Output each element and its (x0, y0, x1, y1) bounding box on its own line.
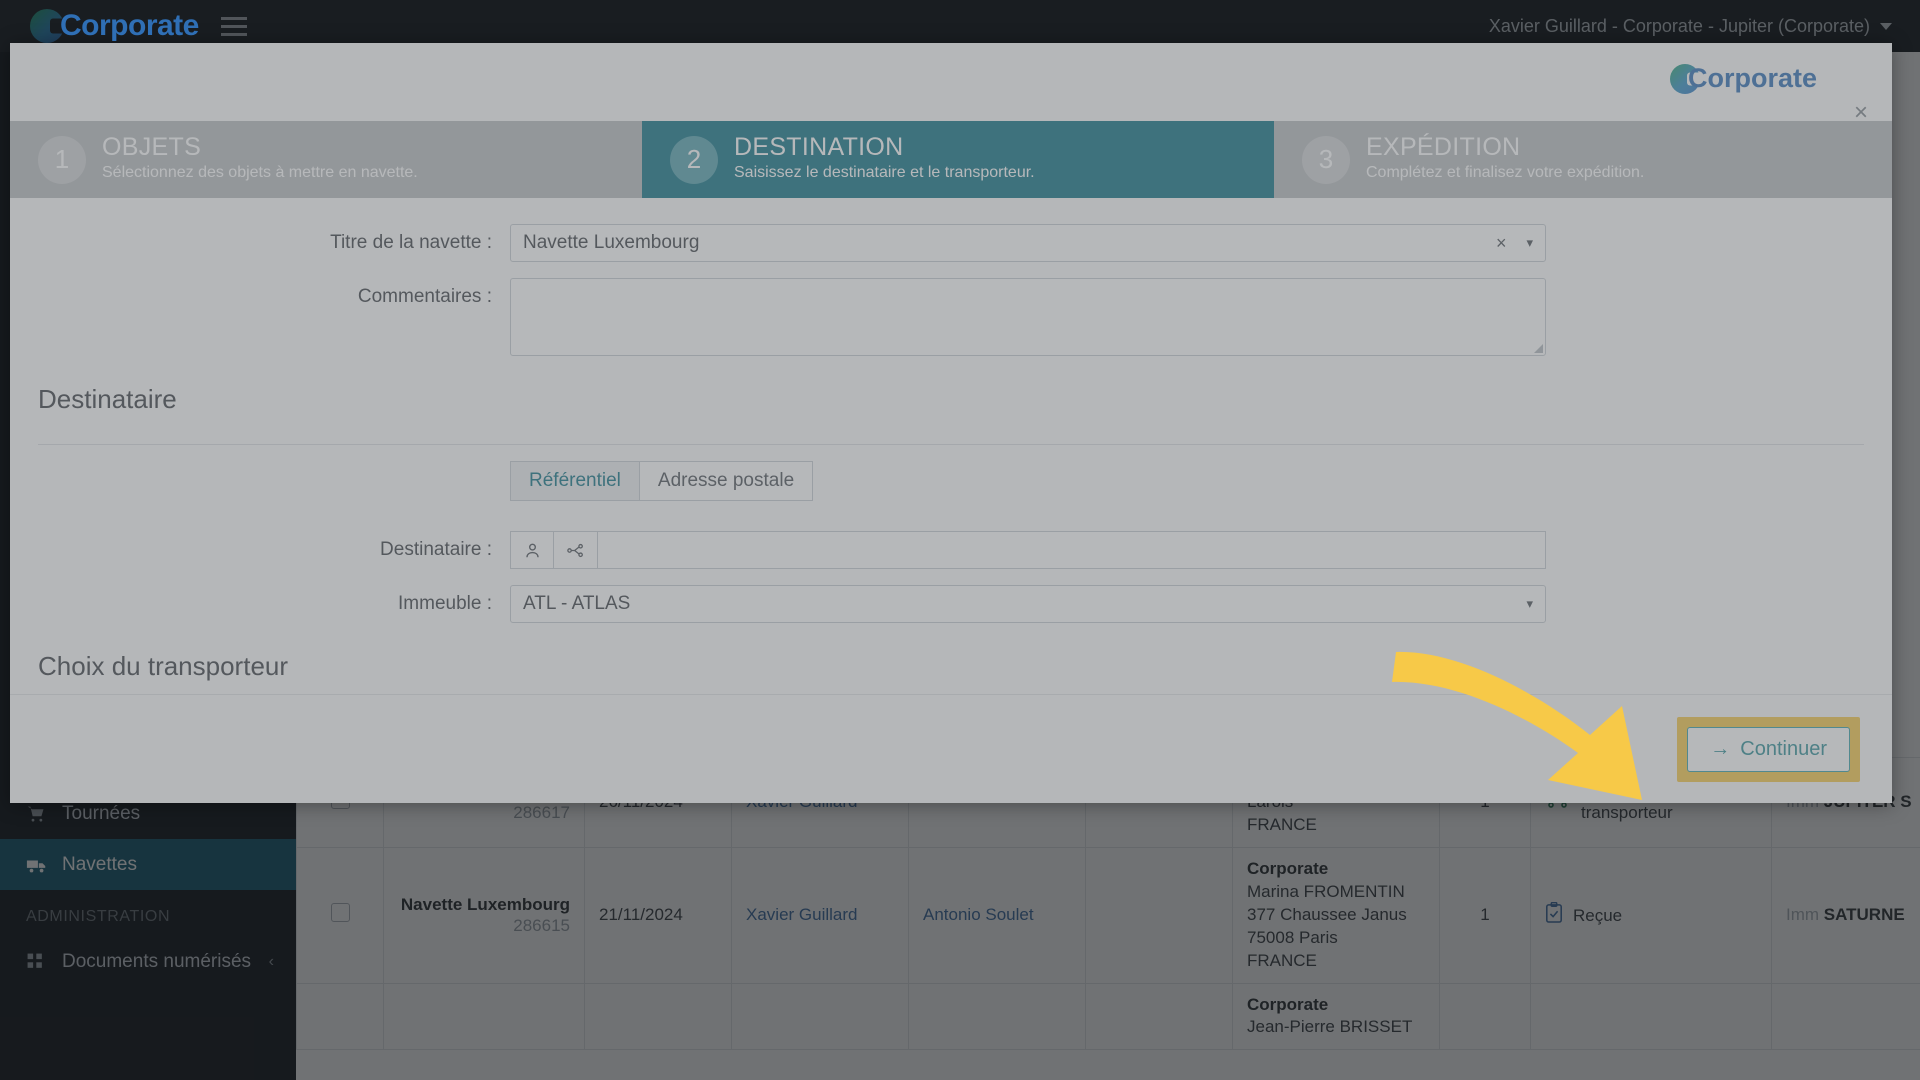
step-title: OBJETS (102, 132, 202, 161)
clear-icon[interactable]: × (1496, 233, 1507, 254)
step-subtitle: Saisissez le destinataire et le transpor… (734, 164, 1035, 182)
chevron-down-icon: ▾ (1526, 596, 1533, 612)
field-row-destinataire: Destinataire : (10, 531, 1892, 570)
field-row-titre: Titre de la navette : Navette Luxembourg… (10, 224, 1892, 262)
field-row-commentaires: Commentaires : (10, 278, 1892, 356)
immeuble-value: ATL - ATLAS (523, 593, 631, 615)
section-title-destinataire: Destinataire (38, 383, 177, 414)
step-number: 2 (670, 135, 718, 184)
brand-name: Corporate (60, 9, 199, 42)
sitemap-icon[interactable] (554, 531, 598, 570)
titre-label: Titre de la navette : (330, 232, 492, 253)
destinataire-tabs: Référentiel Adresse postale (510, 461, 1546, 502)
step-subtitle: Complétez et finalisez votre expédition. (1366, 164, 1645, 182)
tab-adresse-postale[interactable]: Adresse postale (638, 461, 814, 502)
commentaires-label: Commentaires : (357, 286, 492, 307)
step-number: 1 (38, 135, 86, 184)
step-3-expedition[interactable]: 3 EXPÉDITION Complétez et finalisez votr… (1274, 121, 1892, 198)
modal-header: Corporate × (10, 43, 1892, 125)
close-icon[interactable]: × (1854, 101, 1868, 125)
field-row-immeuble: Immeuble : ATL - ATLAS ▾ (10, 585, 1892, 624)
user-icon[interactable] (510, 531, 554, 570)
modal-logo-label: Corporate (1687, 63, 1817, 93)
annotation-arrow-icon (1392, 651, 1642, 800)
immeuble-select[interactable]: ATL - ATLAS ▾ (510, 585, 1546, 624)
destinataire-input[interactable] (598, 531, 1546, 570)
step-1-objets[interactable]: 1 OBJETS Sélectionnez des objets à mettr… (10, 121, 642, 198)
chevron-down-icon[interactable]: ▾ (1526, 235, 1533, 251)
modal-corporate-logo: Corporate (1669, 63, 1817, 94)
continue-button-label: Continuer (1740, 738, 1827, 760)
step-subtitle: Sélectionnez des objets à mettre en nave… (102, 164, 418, 182)
step-2-destination[interactable]: 2 DESTINATION Saisissez le destinataire … (642, 121, 1274, 198)
arrow-right-icon: → (1710, 738, 1731, 760)
step-title: EXPÉDITION (1366, 132, 1521, 161)
field-row-tabs: Référentiel Adresse postale (10, 461, 1892, 515)
immeuble-label: Immeuble : (398, 593, 492, 615)
step-number: 3 (1302, 135, 1350, 184)
step-title: DESTINATION (734, 132, 904, 161)
titre-navette-value: Navette Luxembourg (523, 232, 700, 253)
continue-button[interactable]: → Continuer (1687, 727, 1850, 772)
titre-navette-input[interactable]: Navette Luxembourg × ▾ (510, 224, 1546, 262)
divider (38, 444, 1864, 446)
commentaires-textarea[interactable] (510, 278, 1546, 356)
destinataire-label: Destinataire : (380, 539, 492, 561)
wizard-stepper: 1 OBJETS Sélectionnez des objets à mettr… (10, 121, 1892, 198)
tab-referentiel[interactable]: Référentiel (510, 461, 639, 502)
